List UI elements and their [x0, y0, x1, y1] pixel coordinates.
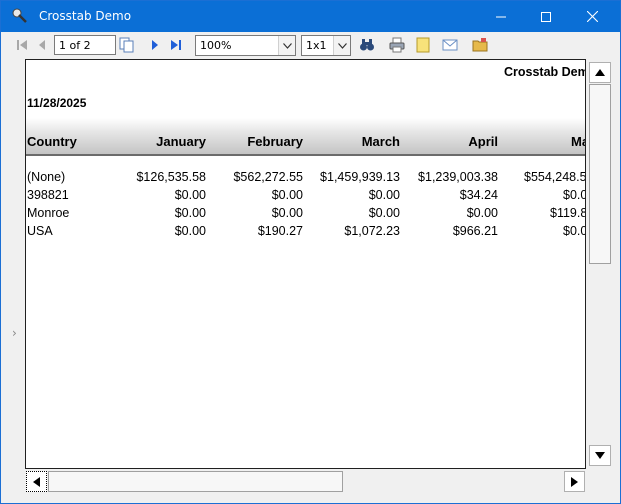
- app-icon: [12, 8, 27, 23]
- column-header-country: Country: [27, 134, 77, 149]
- printer-icon: [389, 37, 405, 53]
- pages-per-view-select[interactable]: 1x1: [301, 35, 351, 56]
- pages-per-view-dropdown-button[interactable]: [333, 36, 350, 55]
- title-bar: Crosstab Demo: [1, 1, 620, 32]
- column-header-february: February: [247, 134, 303, 149]
- expand-panel-icon[interactable]: ›: [12, 326, 17, 340]
- scroll-down-button[interactable]: [589, 445, 611, 466]
- column-header-may: Ma: [571, 134, 585, 149]
- scroll-left-button[interactable]: [26, 471, 47, 492]
- minimize-button[interactable]: [478, 1, 524, 32]
- note-icon: [416, 37, 430, 53]
- group-tree-strip: ›: [1, 59, 25, 471]
- window-title: Crosstab Demo: [39, 9, 132, 23]
- row-value-january: $0.00: [174, 188, 206, 202]
- multiple-pages-button[interactable]: [119, 37, 135, 53]
- binoculars-icon: [360, 39, 374, 51]
- copy-pages-icon: [119, 37, 134, 53]
- row-country: 398821: [27, 188, 69, 202]
- horizontal-scroll-thumb[interactable]: [48, 471, 343, 492]
- row-country: (None): [27, 170, 66, 184]
- minimize-icon: [496, 16, 506, 17]
- row-value-march: $1,459,939.13: [320, 170, 400, 184]
- row-value-january: $126,535.58: [136, 170, 206, 184]
- zoom-select[interactable]: 100%: [195, 35, 296, 56]
- report-page: Crosstab Dem 11/28/2025 Country January …: [25, 59, 586, 469]
- row-value-january: $0.00: [174, 224, 206, 238]
- envelope-icon: [442, 39, 458, 51]
- row-value-march: $0.00: [368, 206, 400, 220]
- zoom-dropdown-button[interactable]: [278, 36, 295, 55]
- arrow-left-icon: [33, 476, 40, 487]
- toolbar: 1 of 2 100% 1x1: [1, 32, 620, 59]
- row-value-may: $0.0: [563, 224, 586, 238]
- row-value-march: $0.00: [368, 188, 400, 202]
- previous-page-icon: [39, 40, 45, 50]
- column-header-march: March: [361, 134, 400, 149]
- row-value-april: $966.21: [452, 224, 498, 238]
- page-setup-button[interactable]: [415, 37, 431, 53]
- row-value-march: $1,072.23: [344, 224, 400, 238]
- last-page-button[interactable]: [168, 37, 184, 53]
- maximize-button[interactable]: [523, 1, 569, 32]
- row-value-may: $554,248.5: [524, 170, 586, 184]
- row-value-february: $190.27: [257, 224, 303, 238]
- export-button[interactable]: [472, 37, 488, 53]
- row-value-april: $1,239,003.38: [418, 170, 498, 184]
- report-date: 11/28/2025: [27, 96, 87, 110]
- scroll-up-button[interactable]: [589, 62, 611, 83]
- pages-per-view-value: 1x1: [306, 39, 327, 52]
- next-page-icon: [152, 40, 158, 50]
- column-header-band: [26, 118, 585, 156]
- scroll-right-button[interactable]: [564, 471, 585, 492]
- vertical-scroll-thumb[interactable]: [589, 84, 611, 264]
- row-value-may: $0.0: [563, 188, 586, 202]
- email-button[interactable]: [442, 37, 458, 53]
- arrow-down-icon: [595, 452, 605, 459]
- first-page-icon: [17, 40, 27, 50]
- chevron-down-icon: [337, 42, 347, 49]
- page-number-field[interactable]: 1 of 2: [54, 35, 116, 55]
- row-country: USA: [27, 224, 53, 238]
- maximize-icon: [541, 11, 551, 22]
- close-icon: [586, 11, 598, 22]
- column-header-april: April: [468, 134, 498, 149]
- arrow-right-icon: [571, 476, 578, 487]
- row-value-february: $0.00: [271, 188, 303, 202]
- column-header-january: January: [156, 134, 206, 149]
- close-button[interactable]: [569, 1, 615, 32]
- first-page-button[interactable]: [14, 37, 30, 53]
- find-button[interactable]: [359, 37, 375, 53]
- row-value-april: $34.24: [459, 188, 498, 202]
- previous-page-button[interactable]: [34, 37, 50, 53]
- app-window: Crosstab Demo 1 of 2 100% 1x1 › Crosstab…: [0, 0, 621, 504]
- row-country: Monroe: [27, 206, 70, 220]
- report-title: Crosstab Dem: [504, 65, 586, 79]
- print-button[interactable]: [389, 37, 405, 53]
- folder-icon: [472, 38, 488, 52]
- row-value-may: $119.8: [550, 206, 586, 220]
- chevron-down-icon: [282, 42, 292, 49]
- next-page-button[interactable]: [147, 37, 163, 53]
- zoom-value: 100%: [200, 39, 232, 52]
- arrow-up-icon: [595, 69, 605, 76]
- last-page-icon: [171, 40, 181, 50]
- vertical-scrollbar[interactable]: [587, 59, 613, 469]
- row-value-february: $0.00: [271, 206, 303, 220]
- row-value-january: $0.00: [174, 206, 206, 220]
- row-value-february: $562,272.55: [233, 170, 303, 184]
- horizontal-scrollbar[interactable]: [25, 470, 587, 493]
- row-value-april: $0.00: [466, 206, 498, 220]
